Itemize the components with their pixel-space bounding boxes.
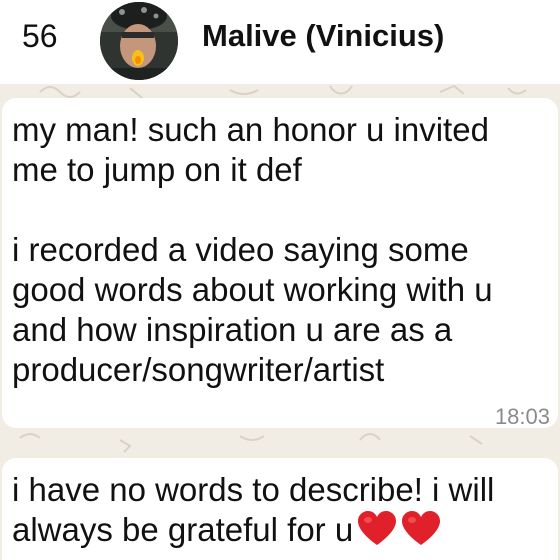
avatar-photo-icon	[100, 2, 178, 80]
message-timestamp: 18:03	[494, 404, 550, 429]
message-bubble[interactable]: my man! such an honor u invited me to ju…	[2, 98, 558, 429]
heart-emojis	[357, 511, 445, 556]
red-heart-icon	[358, 511, 397, 545]
chat-message-list[interactable]: my man! such an honor u invited me to ju…	[0, 84, 560, 560]
chat-header: 56 Malive (Vinicius)	[0, 0, 560, 85]
message-bubble[interactable]: i have no words to describe! i will alwa…	[2, 458, 558, 560]
contact-avatar[interactable]	[100, 2, 178, 80]
red-heart-icon	[402, 511, 441, 545]
message-text: i have no words to describe! i will alwa…	[12, 470, 548, 556]
back-unread-count[interactable]: 56	[22, 16, 58, 56]
message-text: my man! such an honor u invited me to ju…	[12, 111, 493, 388]
contact-name[interactable]: Malive (Vinicius)	[202, 16, 444, 56]
